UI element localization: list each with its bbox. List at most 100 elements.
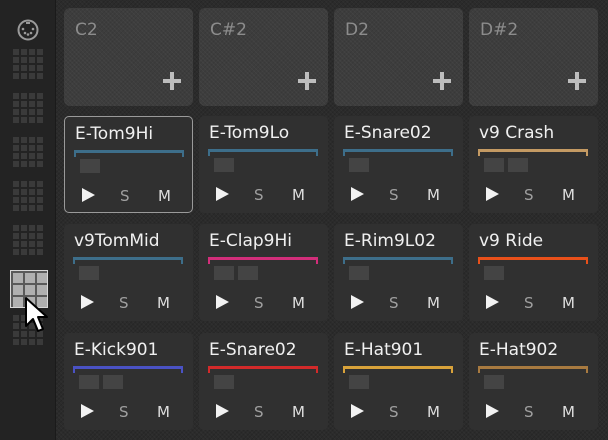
play-icon[interactable] <box>81 295 94 309</box>
pad-name: v9 Crash <box>479 123 555 143</box>
pad-color-bar <box>343 149 453 156</box>
drum-grid-icon[interactable] <box>12 224 44 256</box>
pad-name: E-Snare02 <box>209 340 297 360</box>
plus-icon[interactable] <box>161 70 183 92</box>
pad-name: v9 Ride <box>479 231 544 251</box>
drum-grid-icon[interactable] <box>12 92 44 124</box>
mute-button[interactable]: M <box>292 294 305 312</box>
sample-slot <box>484 375 504 389</box>
mute-button[interactable]: M <box>562 403 575 421</box>
mute-button[interactable]: M <box>157 294 170 312</box>
empty-pad[interactable]: C#2 <box>199 8 328 106</box>
sample-slot <box>349 158 369 172</box>
drum-pad[interactable]: E-Hat902 S M <box>469 333 598 430</box>
pad-name: E-Hat902 <box>479 340 559 360</box>
pad-name: E-Kick901 <box>74 340 159 360</box>
pad-color-bar <box>208 366 318 373</box>
solo-button[interactable]: S <box>524 294 534 312</box>
mute-button[interactable]: M <box>427 403 440 421</box>
pad-color-bar <box>343 257 453 264</box>
play-icon[interactable] <box>81 404 94 418</box>
pad-name: E-Tom9Lo <box>209 123 290 143</box>
play-icon[interactable] <box>486 295 499 309</box>
play-icon[interactable] <box>216 295 229 309</box>
pad-color-bar <box>74 150 184 157</box>
play-icon[interactable] <box>486 404 499 418</box>
empty-pad[interactable]: D#2 <box>469 8 598 106</box>
sample-slot <box>214 158 234 172</box>
solo-button[interactable]: S <box>254 294 264 312</box>
solo-button[interactable]: S <box>389 403 399 421</box>
pad-color-bar <box>208 257 318 264</box>
solo-button[interactable]: S <box>524 403 534 421</box>
mute-button[interactable]: M <box>562 186 575 204</box>
drum-pad[interactable]: E-Hat901 S M <box>334 333 463 430</box>
drum-pad[interactable]: E-Rim9L02 S M <box>334 224 463 321</box>
play-icon[interactable] <box>351 404 364 418</box>
sample-slot <box>238 266 258 280</box>
drum-grid-icon[interactable] <box>12 136 44 168</box>
solo-button[interactable]: S <box>389 294 399 312</box>
plus-icon[interactable] <box>566 70 588 92</box>
sample-slot <box>349 375 369 389</box>
mute-button[interactable]: M <box>562 294 575 312</box>
solo-button[interactable]: S <box>524 186 534 204</box>
play-icon[interactable] <box>216 187 229 201</box>
solo-button[interactable]: S <box>119 403 129 421</box>
pad-color-bar <box>208 149 318 156</box>
play-icon[interactable] <box>486 187 499 201</box>
sample-slot <box>484 266 504 280</box>
empty-pad[interactable]: D2 <box>334 8 463 106</box>
drum-pad[interactable]: E-Clap9Hi S M <box>199 224 328 321</box>
drum-grid-icon[interactable] <box>12 180 44 212</box>
play-icon[interactable] <box>351 295 364 309</box>
pad-name: E-Rim9L02 <box>344 231 436 251</box>
pad-name: E-Clap9Hi <box>209 231 292 251</box>
solo-button[interactable]: S <box>254 186 264 204</box>
drum-pad[interactable]: E-Tom9Lo S M <box>199 116 328 213</box>
drum-grid-icon[interactable] <box>12 48 44 80</box>
drum-pad[interactable]: E-Tom9Hi S M <box>64 116 193 213</box>
sample-slot <box>79 375 99 389</box>
pad-note-label: D2 <box>345 20 369 40</box>
drum-pad[interactable]: E-Snare02 S M <box>334 116 463 213</box>
pad-color-bar <box>73 366 183 373</box>
solo-button[interactable]: S <box>119 294 129 312</box>
play-icon[interactable] <box>351 187 364 201</box>
midi-port-icon <box>17 19 39 41</box>
mute-button[interactable]: M <box>158 187 171 205</box>
mute-button[interactable]: M <box>427 294 440 312</box>
pad-name: v9TomMid <box>74 231 160 251</box>
sidebar <box>0 0 56 440</box>
play-icon[interactable] <box>82 188 95 202</box>
pad-note-label: C#2 <box>210 20 247 40</box>
solo-button[interactable]: S <box>389 186 399 204</box>
empty-pad[interactable]: C2 <box>64 8 193 106</box>
mute-button[interactable]: M <box>427 186 440 204</box>
plus-icon[interactable] <box>296 70 318 92</box>
plus-icon[interactable] <box>431 70 453 92</box>
pad-name: E-Tom9Hi <box>75 124 154 144</box>
drum-pad[interactable]: E-Snare02 S M <box>199 333 328 430</box>
solo-button[interactable]: S <box>254 403 264 421</box>
pad-color-bar <box>73 257 183 264</box>
sample-slot <box>214 375 234 389</box>
mouse-pointer-icon <box>25 297 48 332</box>
sample-slot <box>349 266 369 280</box>
drum-pad[interactable]: E-Kick901 S M <box>64 333 193 430</box>
drum-pad[interactable]: v9 Crash S M <box>469 116 598 213</box>
mute-button[interactable]: M <box>157 403 170 421</box>
mute-button[interactable]: M <box>292 403 305 421</box>
pad-color-bar <box>478 366 588 373</box>
sample-slot <box>508 158 528 172</box>
pad-color-bar <box>478 149 588 156</box>
solo-button[interactable]: S <box>120 187 130 205</box>
drum-pad[interactable]: v9TomMid S M <box>64 224 193 321</box>
pad-note-label: D#2 <box>480 20 519 40</box>
drum-pad[interactable]: v9 Ride S M <box>469 224 598 321</box>
sample-slot <box>103 375 123 389</box>
mute-button[interactable]: M <box>292 186 305 204</box>
play-icon[interactable] <box>216 404 229 418</box>
pad-name: E-Hat901 <box>344 340 424 360</box>
pad-color-bar <box>478 257 588 264</box>
